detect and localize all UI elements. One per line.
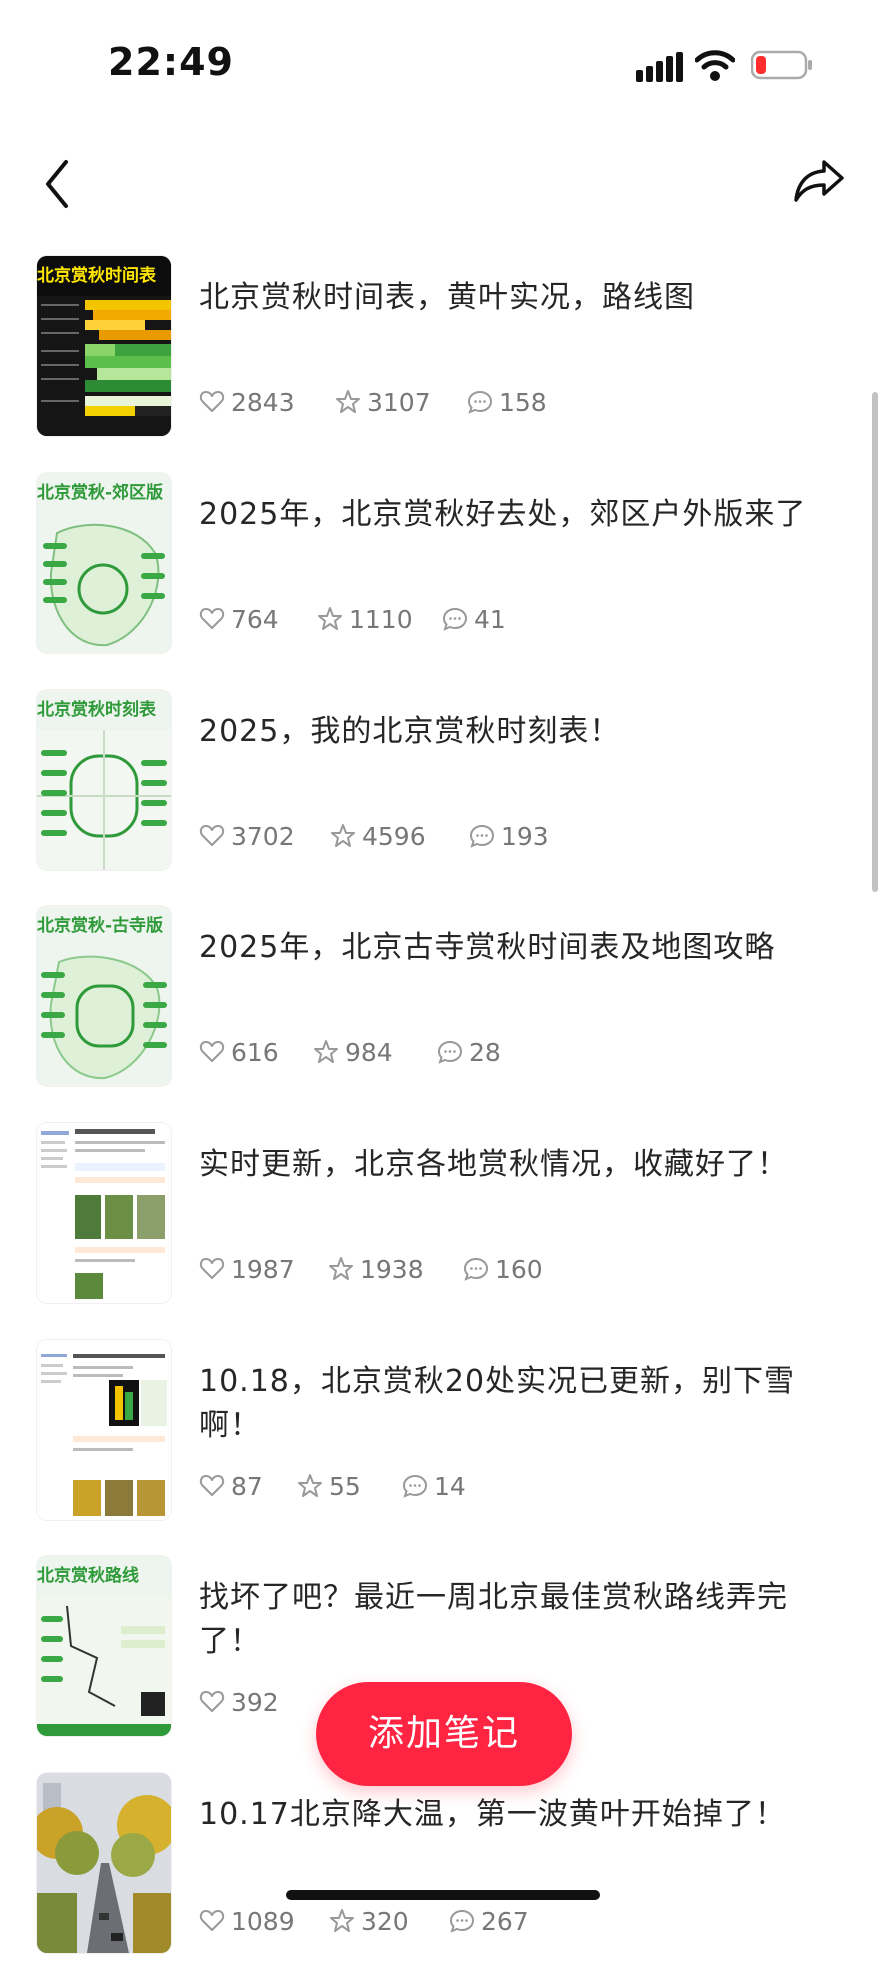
note-title: 10.17北京降大温，第一波黄叶开始掉了！: [199, 1797, 786, 1832]
thumbnail-title: 北京赏秋路线: [37, 1566, 139, 1586]
status-bar: 22:49: [0, 0, 886, 130]
note-thumbnail: 北京赏秋-郊区版: [37, 473, 171, 653]
star-icon: [314, 1040, 338, 1063]
route-map-image: [37, 1596, 171, 1736]
comment-icon: [442, 607, 468, 631]
note-thumbnail: 北京赏秋-古寺版: [37, 906, 171, 1086]
note-thumbnail: [37, 1340, 171, 1520]
list-item[interactable]: 实时更新，北京各地赏秋情况，收藏好了！ 1987 1938 160: [0, 1123, 870, 1323]
heart-icon: [199, 1258, 225, 1279]
note-thumbnail: 北京赏秋路线: [37, 1556, 171, 1736]
heart-icon: [199, 608, 225, 629]
like-count[interactable]: 2843: [199, 382, 295, 422]
collect-count[interactable]: 4596: [330, 816, 426, 856]
comment-icon: [402, 1474, 428, 1498]
note-thumbnail: 北京赏秋时刻表: [37, 690, 171, 870]
temple-map-image: [41, 955, 167, 1080]
comment-count[interactable]: 158: [467, 382, 547, 422]
like-count[interactable]: 616: [199, 1032, 279, 1072]
battery-icon: [751, 50, 812, 80]
note-title: 实时更新，北京各地赏秋情况，收藏好了！: [199, 1147, 788, 1182]
star-icon: [336, 390, 360, 413]
like-count[interactable]: 1089: [199, 1901, 295, 1941]
note-thumbnail: [37, 1123, 171, 1303]
note-title: 2025年，北京赏秋好去处，郊区户外版来了: [199, 497, 807, 532]
heart-icon: [199, 1041, 225, 1062]
star-icon: [318, 607, 342, 630]
star-icon: [298, 1474, 322, 1497]
comment-icon: [463, 1257, 489, 1281]
wifi-icon: [695, 50, 735, 81]
share-arrow-icon[interactable]: [790, 150, 848, 210]
top-nav: [0, 130, 886, 250]
note-title: 找坏了吧？最近一周北京最佳赏秋路线弄完了！: [199, 1580, 788, 1659]
comment-count[interactable]: 41: [442, 599, 506, 639]
cellular-signal-icon: [636, 52, 683, 82]
autumn-street-photo: [37, 1773, 171, 1953]
comment-icon: [469, 824, 495, 848]
heart-icon: [199, 825, 225, 846]
note-title: 北京赏秋时间表，黄叶实况，路线图: [199, 280, 695, 315]
suburban-map-image: [43, 523, 165, 647]
list-item[interactable]: 北京赏秋时刻表 2025，我的北京赏秋时刻表！ 3702 4596 193: [0, 690, 870, 890]
thumbnail-title: 北京赏秋时刻表: [37, 700, 156, 720]
collect-count[interactable]: 1110: [317, 599, 413, 639]
star-icon: [329, 1257, 353, 1280]
clock: 22:49: [108, 40, 234, 84]
thumbnail-title: 北京赏秋-古寺版: [37, 916, 164, 936]
heart-icon: [199, 1910, 225, 1931]
like-count[interactable]: 1987: [199, 1249, 295, 1289]
schedule-chart-image: [37, 296, 171, 436]
collect-count[interactable]: 3107: [335, 382, 431, 422]
comment-count[interactable]: 14: [402, 1466, 466, 1506]
note-thumbnail: 北京赏秋时间表: [37, 256, 171, 436]
scrollbar[interactable]: [872, 392, 878, 892]
note-title: 2025，我的北京赏秋时刻表！: [199, 714, 621, 749]
collect-count[interactable]: 984: [313, 1032, 393, 1072]
heart-icon: [199, 391, 225, 412]
home-indicator[interactable]: [286, 1890, 600, 1900]
list-item[interactable]: 10.18，北京赏秋20处实况已更新，别下雪啊！ 87 55 14: [0, 1340, 870, 1540]
list-item[interactable]: 10.17北京降大温，第一波黄叶开始掉了！ 1089 320 267: [0, 1773, 870, 1973]
list-item[interactable]: 北京赏秋-古寺版 2025年，北京古寺赏秋时间表及地图攻略 616 984 28: [0, 906, 870, 1106]
screenshot-document-image: [37, 1340, 171, 1520]
comment-icon: [449, 1909, 475, 1933]
note-title: 2025年，北京古寺赏秋时间表及地图攻略: [199, 930, 776, 965]
thumbnail-title: 北京赏秋时间表: [37, 256, 171, 296]
comment-icon: [467, 390, 493, 414]
star-icon: [331, 824, 355, 847]
like-count[interactable]: 392: [199, 1682, 279, 1722]
city-map-image: [37, 730, 171, 870]
heart-icon: [199, 1475, 225, 1496]
collect-count[interactable]: 1938: [328, 1249, 424, 1289]
like-count[interactable]: 87: [199, 1466, 263, 1506]
comment-count[interactable]: 267: [449, 1901, 529, 1941]
note-thumbnail: [37, 1773, 171, 1953]
comment-count[interactable]: 28: [437, 1032, 501, 1072]
comment-icon: [437, 1040, 463, 1064]
collect-count[interactable]: 55: [297, 1466, 361, 1506]
thumbnail-title: 北京赏秋-郊区版: [37, 483, 164, 503]
heart-icon: [199, 1691, 225, 1712]
list-item[interactable]: 北京赏秋时间表 北京赏秋时间表，黄叶实况，路线图 2843 3107 158: [0, 256, 870, 456]
star-icon: [330, 1909, 354, 1932]
like-count[interactable]: 3702: [199, 816, 295, 856]
list-item[interactable]: 北京赏秋-郊区版 2025年，北京赏秋好去处，郊区户外版来了 764 1110 …: [0, 473, 870, 673]
comment-count[interactable]: 193: [469, 816, 549, 856]
chevron-left-icon[interactable]: [36, 150, 80, 214]
add-note-button[interactable]: 添加笔记: [316, 1682, 572, 1786]
note-title: 10.18，北京赏秋20处实况已更新，别下雪啊！: [199, 1364, 796, 1443]
collect-count[interactable]: 320: [329, 1901, 409, 1941]
like-count[interactable]: 764: [199, 599, 279, 639]
screenshot-document-image: [37, 1123, 171, 1303]
comment-count[interactable]: 160: [463, 1249, 543, 1289]
